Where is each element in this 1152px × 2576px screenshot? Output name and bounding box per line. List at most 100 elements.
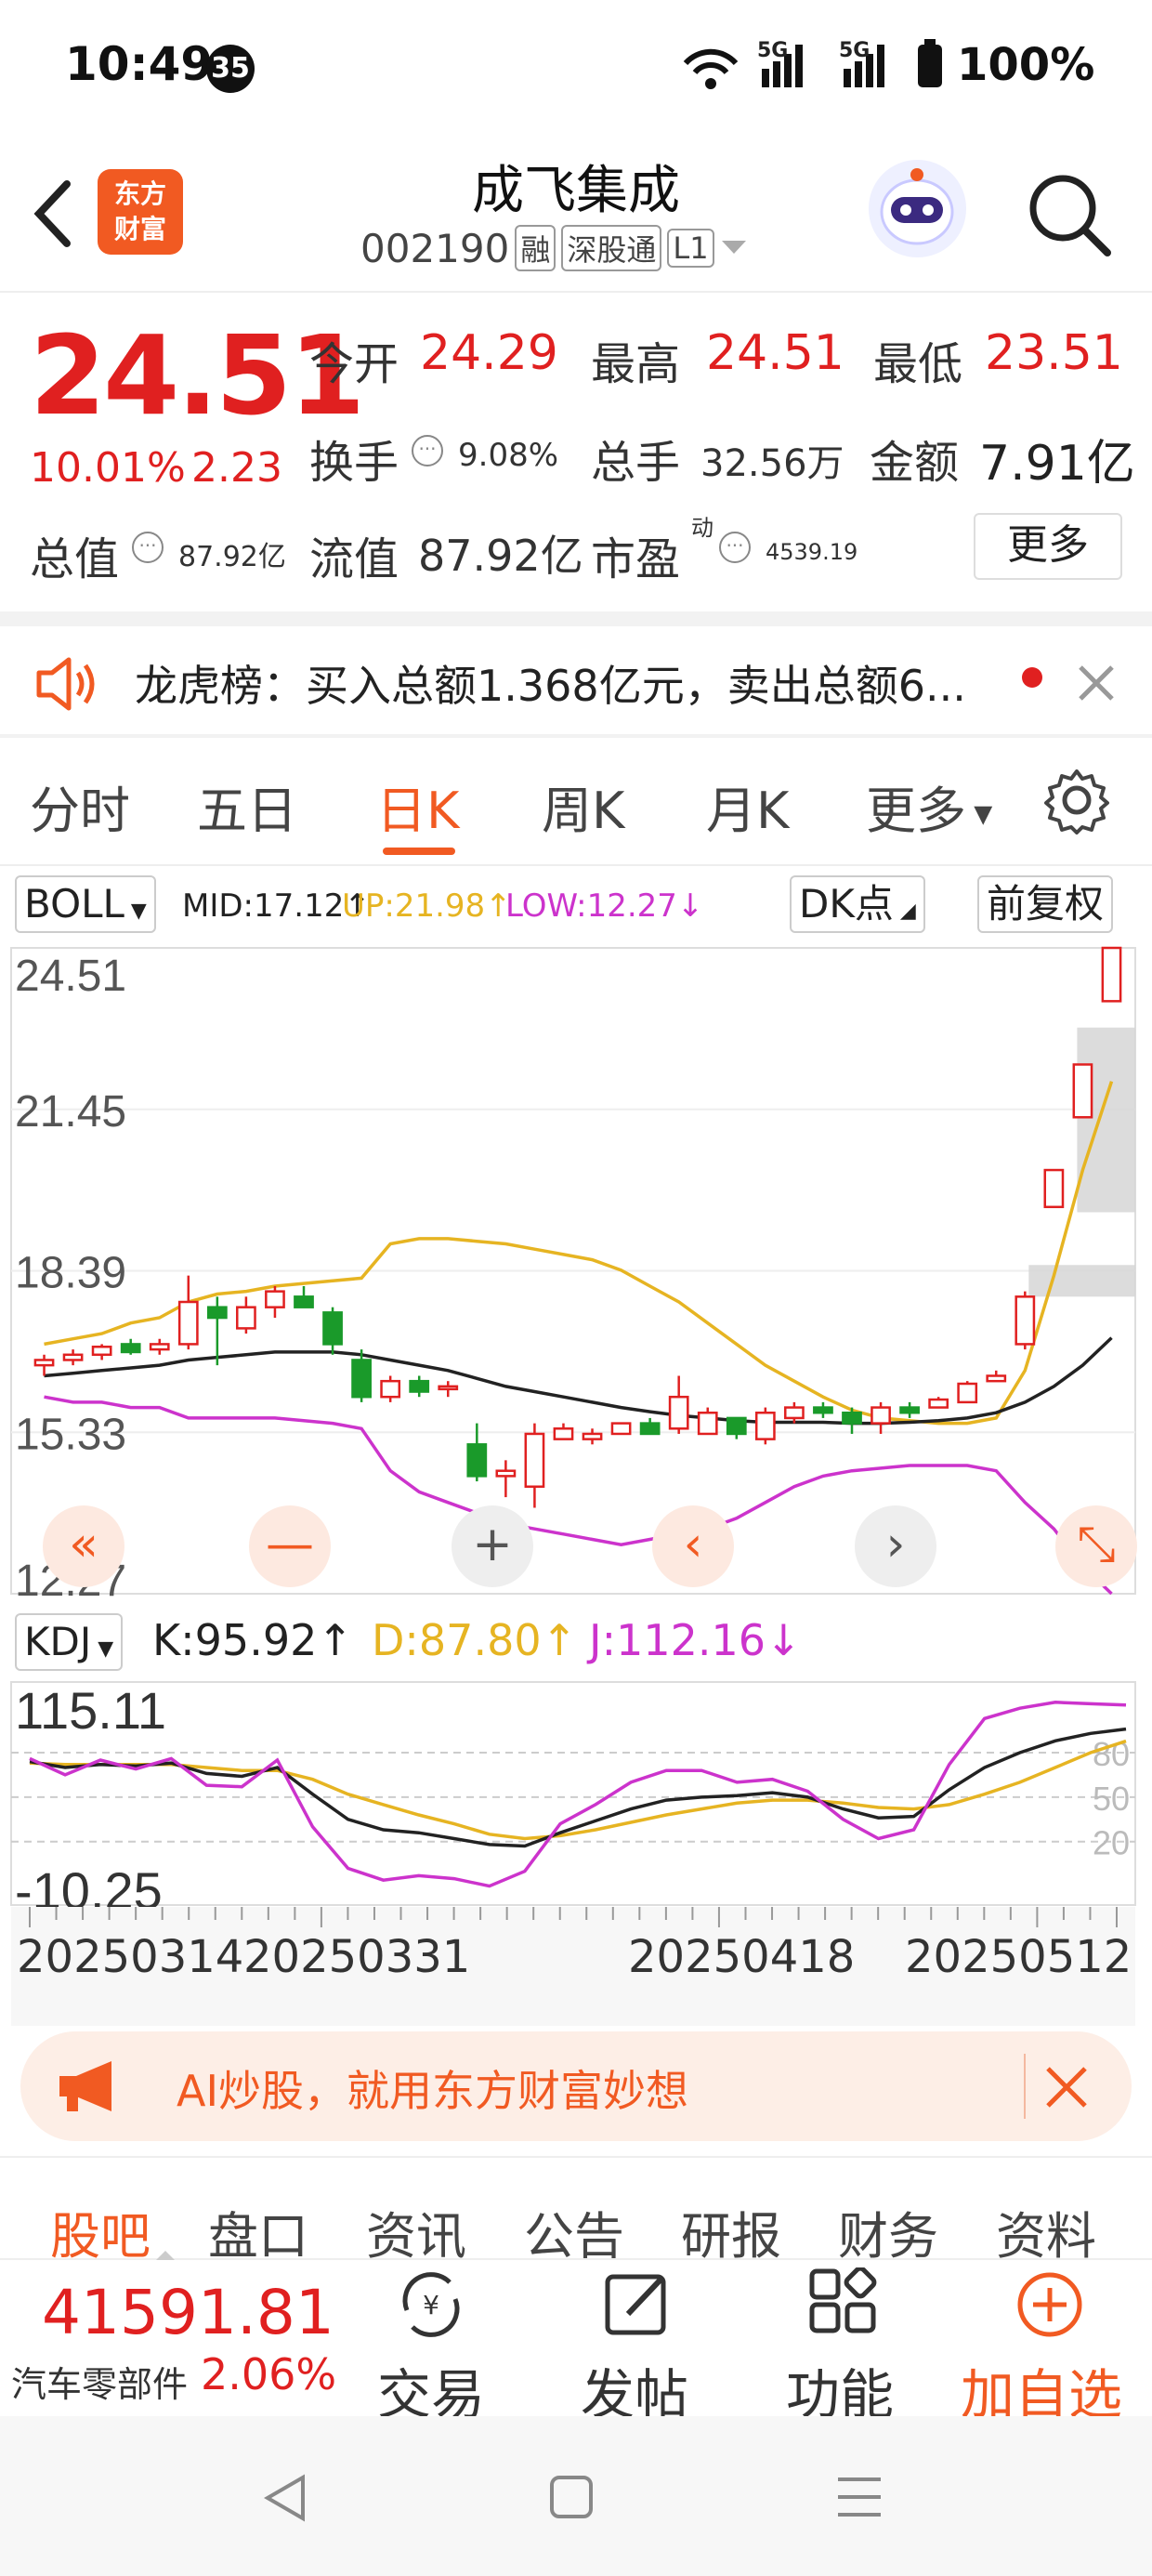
kdj-j-line [29,1701,1127,1888]
candle-body [610,1422,632,1436]
back-triangle-icon[interactable] [262,2472,308,2524]
kdj-panel-frame [10,1681,1136,1906]
price-tick-label: 15.33 [15,1410,126,1459]
price-tick-label: 18.39 [15,1249,126,1298]
trade-icon: ¥ [402,2272,460,2337]
sector-index-value[interactable]: 41591.81 [42,2277,334,2348]
sector-name: 汽车零部件 [11,2364,189,2405]
candle-body [639,1422,661,1436]
kdj-reference-label: 20 [1093,1824,1130,1862]
kdj-d-line [29,1739,1127,1841]
tab-intraday[interactable]: 分时 [30,769,130,843]
dk-point-button[interactable]: DK点 ◢ [790,875,925,933]
candle-body [553,1427,574,1440]
amount-label: 金额 [870,437,960,489]
close-icon[interactable] [1042,2063,1091,2111]
apps-icon [809,2267,877,2333]
unread-dot [1022,667,1042,688]
kdj-j: J:112.16↓ [589,1615,802,1665]
info-icon[interactable]: ··· [132,532,164,563]
scroll-left-button[interactable]: ‹ [652,1505,734,1587]
gear-icon[interactable] [1042,766,1111,835]
candle-body [726,1416,747,1436]
open-value: 24.29 [420,325,558,381]
tab-monthly-k[interactable]: 月K [706,769,789,843]
fullscreen-button[interactable]: ⤡ [1055,1505,1137,1587]
candle-body [351,1359,372,1399]
battery-level: 100% [957,39,1095,91]
more-quote-button[interactable]: 更多 [974,513,1122,580]
kdj-tick-label: 115.11 [15,1681,166,1740]
divider [1024,2054,1026,2119]
assistant-avatar[interactable] [869,160,966,257]
status-time: 10:49 [65,37,214,91]
home-square-icon[interactable] [548,2474,595,2520]
candle-body [206,1306,228,1320]
menu-lines-icon[interactable] [834,2474,884,2520]
level-tag: L1 [667,229,714,268]
indicator-selector[interactable]: BOLL ▼ [15,875,156,933]
stock-name: 成飞集成 [472,161,680,221]
candle-body [495,1469,517,1478]
candle-body [294,1295,314,1308]
candle-body [957,1382,978,1404]
candle-body [177,1300,199,1346]
turnover-label: 换手 [309,437,399,489]
info-icon[interactable]: ··· [719,532,751,563]
info-icon[interactable]: ··· [412,435,443,467]
candle-body [120,1343,141,1354]
candle-body [380,1379,401,1399]
megaphone-icon [59,2061,111,2111]
stock-code-row[interactable]: 002190 融 深股通 L1 [360,225,748,271]
edit-icon [605,2274,666,2335]
mktcap-label: 总值 [30,533,120,585]
back-icon[interactable] [26,177,82,251]
boll-low: LOW:12.27↓ [505,887,704,925]
kline-chart[interactable]: 24.5121.4518.3915.3312.27805020115.11-10… [0,939,1152,2026]
zoom-in-button[interactable]: + [452,1505,533,1587]
change-percent: 10.01% [30,444,186,492]
open-label: 今开 [309,338,399,390]
candle-body [754,1411,776,1440]
speaker-icon [36,657,95,711]
search-icon[interactable] [1022,167,1115,260]
amount-value: 7.91亿 [979,436,1135,492]
candle-body [928,1398,949,1409]
signal-icons [683,39,942,89]
candle-body [322,1311,343,1346]
close-icon[interactable] [1073,660,1119,706]
tab-5day[interactable]: 五日 [197,769,297,843]
high-label: 最高 [591,338,681,390]
candle-body [582,1432,603,1440]
ai-banner[interactable]: AI炒股，就用东方财富妙想 [20,2031,1132,2141]
notice-text: 龙虎榜：买入总额1.368亿元，卖出总额6... [135,661,966,711]
adjust-button[interactable]: 前复权 [977,875,1114,933]
price-band [1028,1265,1135,1297]
kdj-reference-label: 50 [1093,1780,1130,1818]
candle-body [668,1395,689,1430]
kdj-d: D:87.80↑ [372,1615,578,1665]
candle-body [149,1343,170,1351]
candle-body [842,1411,862,1425]
price-tick-label: 21.45 [15,1087,126,1137]
divider [0,2156,1152,2158]
robot-icon [880,168,954,245]
notification-badge: 35 [206,45,255,93]
kdj-selector[interactable]: KDJ ▼ [15,1613,124,1671]
candle-body [813,1406,833,1414]
tab-daily-k[interactable]: 日K [376,769,459,843]
add-circle-icon [1017,2272,1082,2337]
scroll-start-button[interactable]: « [43,1505,124,1587]
chevron-down-icon [721,241,746,254]
scroll-right-button[interactable]: › [855,1505,936,1587]
volume-value: 32.56万 [700,442,844,485]
zoom-out-button[interactable]: — [249,1505,331,1587]
price-tick-label: 24.51 [15,952,126,1001]
candle-body [265,1290,285,1308]
notice-bar[interactable]: 龙虎榜：买入总额1.368亿元，卖出总额6... [0,632,1152,734]
tab-more[interactable]: 更多 ▼ [866,769,992,843]
app-logo: 东方 财富 [98,169,183,255]
network-label-1: 5G [757,39,789,62]
tab-weekly-k[interactable]: 周K [542,769,624,843]
change-amount: 2.23 [191,444,282,492]
